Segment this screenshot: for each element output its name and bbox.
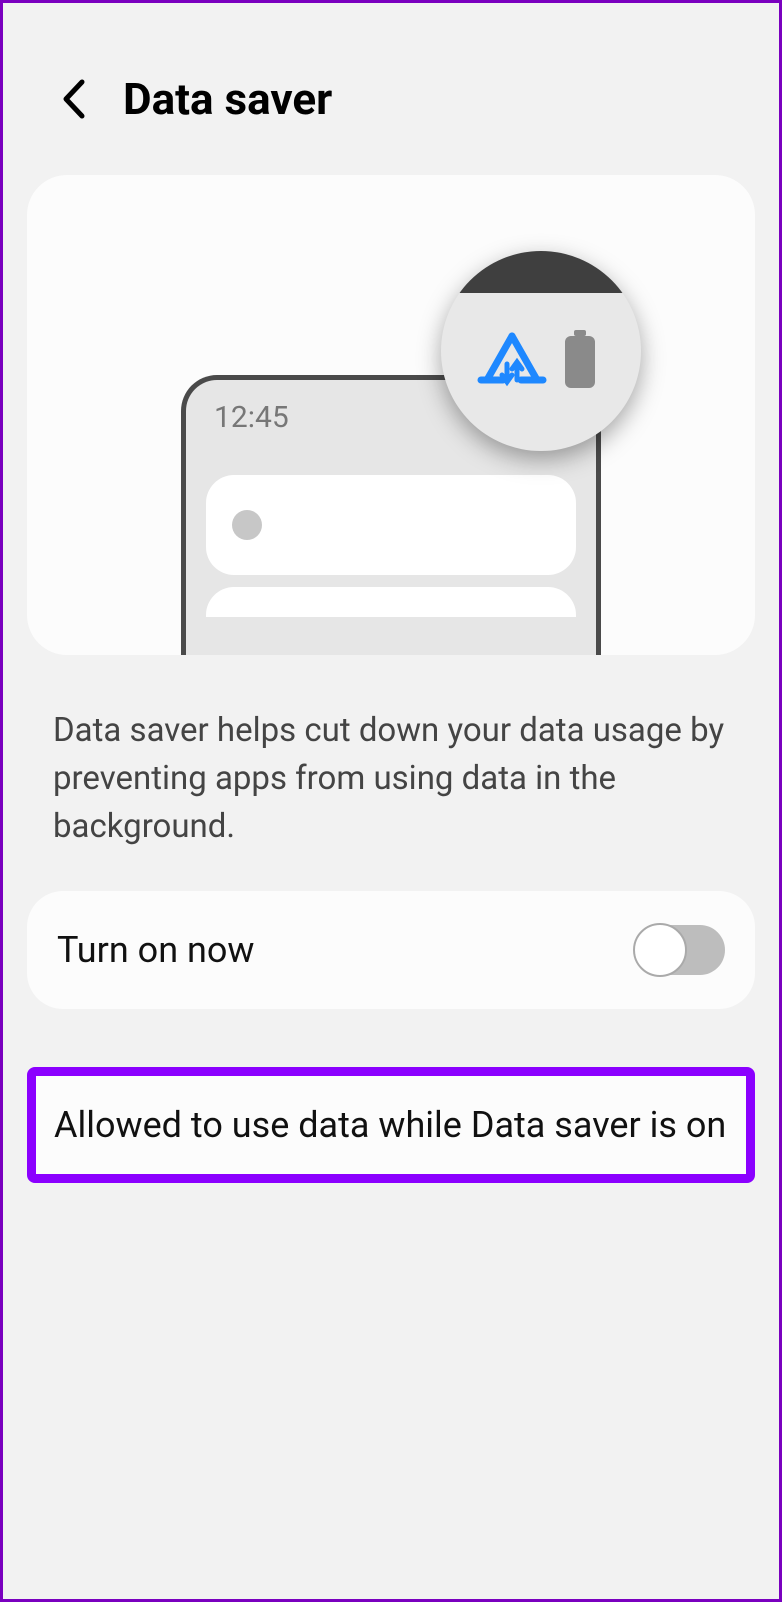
mock-dot-icon xyxy=(232,510,262,540)
mock-time: 12:45 xyxy=(214,400,289,435)
battery-icon xyxy=(565,336,595,388)
back-button[interactable] xyxy=(53,79,93,119)
mock-card xyxy=(206,475,576,575)
switch-knob xyxy=(633,923,687,977)
turn-on-now-row[interactable]: Turn on now xyxy=(27,891,755,1009)
toggle-label: Turn on now xyxy=(57,929,254,971)
data-saver-icon xyxy=(477,330,547,394)
chevron-left-icon xyxy=(60,78,86,120)
illustration-card: 12:45 xyxy=(27,175,755,655)
zoom-bubble xyxy=(441,251,641,451)
turn-on-now-switch[interactable] xyxy=(635,925,725,975)
allowed-apps-highlight: Allowed to use data while Data saver is … xyxy=(27,1067,755,1183)
description-text: Data saver helps cut down your data usag… xyxy=(3,655,779,891)
mock-card xyxy=(206,587,576,617)
allowed-apps-row[interactable]: Allowed to use data while Data saver is … xyxy=(36,1076,746,1174)
page-title: Data saver xyxy=(123,73,332,125)
